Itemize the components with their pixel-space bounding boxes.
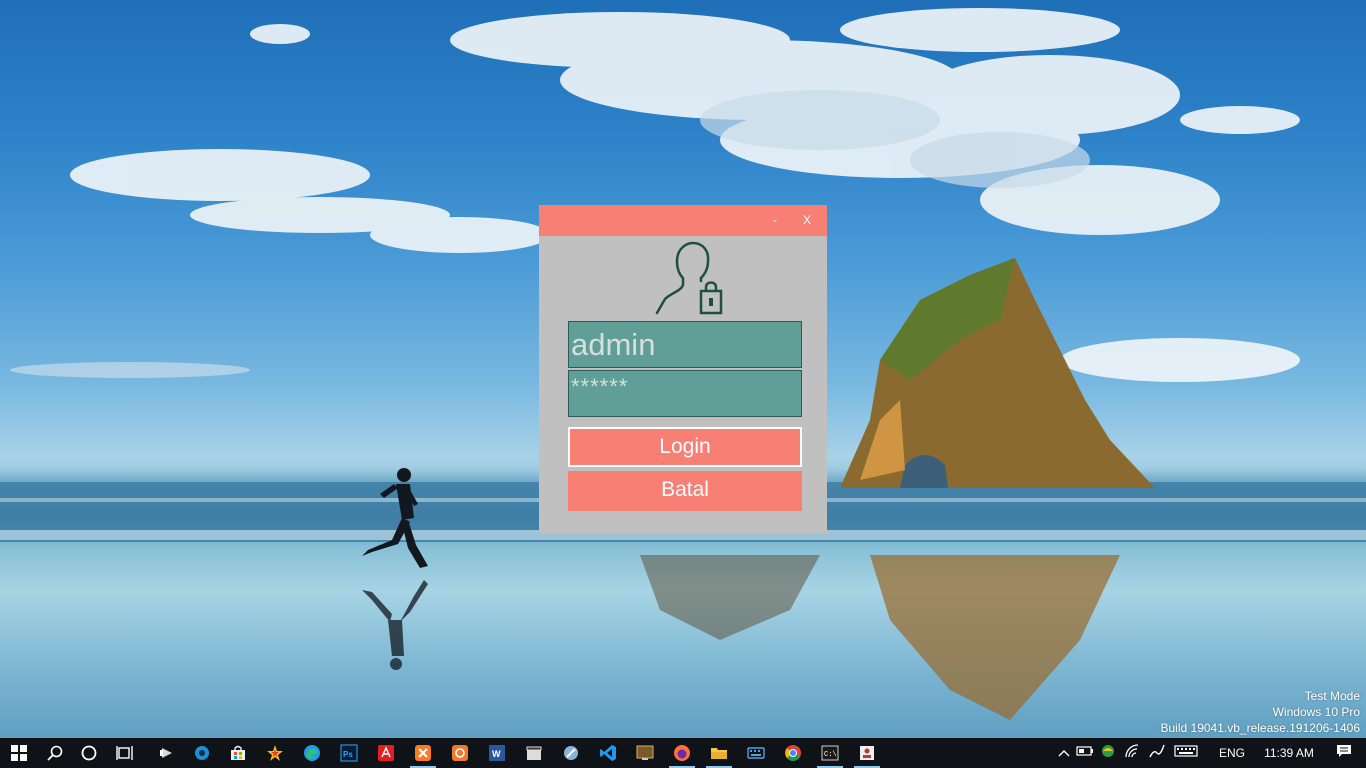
app-orange-icon[interactable]	[443, 738, 477, 768]
xampp-icon[interactable]	[406, 738, 440, 768]
acrobat-icon[interactable]	[369, 738, 403, 768]
close-button[interactable]: X	[795, 211, 819, 231]
wifi-icon[interactable]	[1124, 743, 1148, 763]
user-lock-icon	[655, 241, 723, 315]
network-app-icon[interactable]	[1100, 743, 1124, 764]
file-explorer-icon[interactable]	[702, 738, 736, 768]
firefox-icon[interactable]	[665, 738, 699, 768]
store-icon[interactable]	[221, 738, 255, 768]
word-icon[interactable]: W	[480, 738, 514, 768]
windows-watermark: Test Mode Windows 10 Pro Build 19041.vb_…	[1161, 688, 1361, 736]
cancel-button[interactable]: Batal	[568, 471, 802, 511]
notification-icon[interactable]	[1324, 744, 1364, 763]
search-icon[interactable]	[38, 738, 72, 768]
battery-icon[interactable]	[1076, 744, 1100, 762]
start-icon[interactable]	[2, 738, 36, 768]
chrome-icon[interactable]	[776, 738, 810, 768]
edge-icon[interactable]	[295, 738, 329, 768]
taskbar: Ps W C:\ ENG 11:39 AM	[0, 738, 1366, 768]
cortana-icon[interactable]	[72, 738, 106, 768]
minimize-button[interactable]: -	[763, 211, 787, 231]
login-app-icon[interactable]	[850, 738, 884, 768]
clapper-icon[interactable]	[517, 738, 551, 768]
watermark-test-mode: Test Mode	[1304, 689, 1360, 703]
keyboard-icon[interactable]	[1174, 744, 1210, 762]
task-view-icon[interactable]	[108, 738, 142, 768]
photoshop-icon[interactable]: Ps	[332, 738, 366, 768]
watermark-edition: Windows 10 Pro	[1272, 705, 1360, 719]
clock[interactable]: 11:39 AM	[1254, 746, 1324, 760]
password-input[interactable]: ******	[568, 370, 802, 417]
monitor-app-icon[interactable]	[628, 738, 662, 768]
login-button[interactable]: Login	[568, 427, 802, 467]
dialog-titlebar[interactable]: - X	[539, 205, 827, 236]
svg-text:C:\: C:\	[824, 751, 837, 759]
svg-text:Ps: Ps	[343, 750, 353, 759]
username-input[interactable]: admin	[568, 321, 802, 368]
vscode-icon[interactable]	[591, 738, 625, 768]
chevron-up-icon[interactable]	[1058, 744, 1076, 762]
keyboard-app-icon[interactable]	[739, 738, 773, 768]
winamp-icon[interactable]	[150, 738, 184, 768]
language-indicator[interactable]: ENG	[1210, 746, 1254, 760]
watermark-build: Build 19041.vb_release.191206-1406	[1160, 721, 1361, 735]
terminal-icon[interactable]: C:\	[813, 738, 847, 768]
pen-icon[interactable]	[1148, 743, 1174, 764]
star-app-icon[interactable]	[258, 738, 292, 768]
svg-text:W: W	[492, 749, 501, 759]
login-dialog: - X admin ****** Login Batal	[539, 205, 827, 533]
tool-icon[interactable]	[554, 738, 588, 768]
media-icon[interactable]	[185, 738, 219, 768]
